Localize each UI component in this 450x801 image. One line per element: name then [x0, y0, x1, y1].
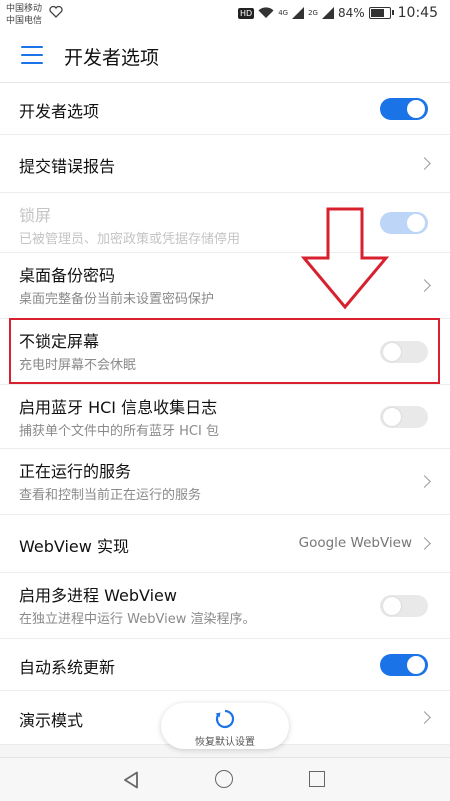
setting-row-5[interactable]: 启用蓝牙 HCI 信息收集日志捕获单个文件中的所有蓝牙 HCI 包: [0, 385, 450, 449]
wifi-icon: [258, 7, 274, 19]
toggle-knob: [407, 656, 425, 674]
setting-row-8[interactable]: 启用多进程 WebView 在独立进程中运行 WebView 渲染程序。: [0, 573, 450, 639]
status-right: HD 4G 2G 84% 10:45: [238, 5, 438, 21]
setting-title: 桌面备份密码: [19, 266, 116, 285]
chevron-right-icon: [418, 711, 431, 724]
setting-title: 正在运行的服务: [19, 462, 132, 481]
network-label-2: 2G: [308, 9, 318, 17]
setting-value: Google WebView: [298, 535, 412, 551]
setting-title: WebView 实现: [19, 537, 129, 556]
highlight-box: [9, 318, 440, 384]
settings-list: 开发者选项提交错误报告 锁屏已被管理员、加密政策或凭据存储停用桌面备份密码桌面完整…: [0, 83, 450, 745]
battery-percent: 84%: [337, 6, 365, 20]
chevron-right-icon: [418, 475, 431, 488]
recent-square-icon[interactable]: [309, 771, 325, 787]
setting-title: 提交错误报告: [19, 157, 116, 176]
setting-toggle[interactable]: [380, 595, 428, 617]
chevron-right-icon: [418, 537, 431, 550]
setting-toggle[interactable]: [380, 406, 428, 428]
chevron-right-icon: [418, 157, 431, 170]
chevron-right-icon: [418, 279, 431, 292]
down-arrow-icon: [300, 207, 390, 310]
restore-defaults-button[interactable]: 恢复默认设置: [161, 703, 289, 749]
setting-toggle[interactable]: [380, 98, 428, 120]
setting-subtitle: 在独立进程中运行 WebView 渲染程序。: [19, 612, 256, 627]
toggle-knob: [383, 597, 401, 615]
restore-defaults-label: 恢复默认设置: [195, 737, 255, 748]
refresh-icon: [215, 709, 235, 729]
setting-subtitle: 捕获单个文件中的所有蓝牙 HCI 包: [19, 424, 219, 439]
setting-subtitle: 已被管理员、加密政策或凭据存储停用: [19, 232, 241, 247]
network-label-1: 4G: [278, 9, 289, 17]
signal-icon-2: [321, 7, 334, 19]
carrier-2: 中国电信: [6, 16, 43, 26]
setting-title: 演示模式: [19, 711, 84, 730]
setting-row-0[interactable]: 开发者选项: [0, 83, 450, 135]
setting-row-6[interactable]: 正在运行的服务查看和控制当前正在运行的服务: [0, 449, 450, 515]
setting-title: 自动系统更新: [19, 658, 116, 677]
hd-badge: HD: [238, 7, 255, 19]
back-triangle-icon[interactable]: [123, 771, 139, 789]
setting-title: 启用多进程 WebView: [19, 586, 177, 605]
status-bar: 中国移动 中国电信 HD 4G 2G 84% 10:45: [0, 0, 450, 30]
heart-icon: [49, 6, 63, 18]
clock: 10:45: [397, 5, 438, 21]
battery-icon: [368, 7, 394, 19]
setting-subtitle: 桌面完整备份当前未设置密码保护: [19, 292, 215, 307]
toggle-knob: [407, 100, 425, 118]
setting-title: 开发者选项: [19, 102, 100, 121]
page-title: 开发者选项: [64, 47, 160, 69]
setting-row-9[interactable]: 自动系统更新: [0, 639, 450, 691]
setting-row-1[interactable]: 提交错误报告: [0, 135, 450, 193]
home-circle-icon[interactable]: [215, 770, 233, 788]
navigation-bar: [0, 757, 450, 801]
menu-icon[interactable]: [21, 46, 43, 64]
app-bar: 开发者选项: [0, 30, 450, 83]
toggle-knob: [383, 408, 401, 426]
carrier-1: 中国移动: [6, 4, 43, 14]
toggle-knob: [407, 214, 425, 232]
setting-toggle[interactable]: [380, 654, 428, 676]
setting-title: 启用蓝牙 HCI 信息收集日志: [19, 398, 218, 417]
setting-title: 锁屏: [19, 206, 52, 225]
setting-row-7[interactable]: WebView 实现 Google WebView: [0, 515, 450, 573]
carrier-info: 中国移动 中国电信: [6, 3, 42, 27]
signal-icon-1: [292, 7, 305, 19]
setting-subtitle: 查看和控制当前正在运行的服务: [19, 488, 202, 503]
